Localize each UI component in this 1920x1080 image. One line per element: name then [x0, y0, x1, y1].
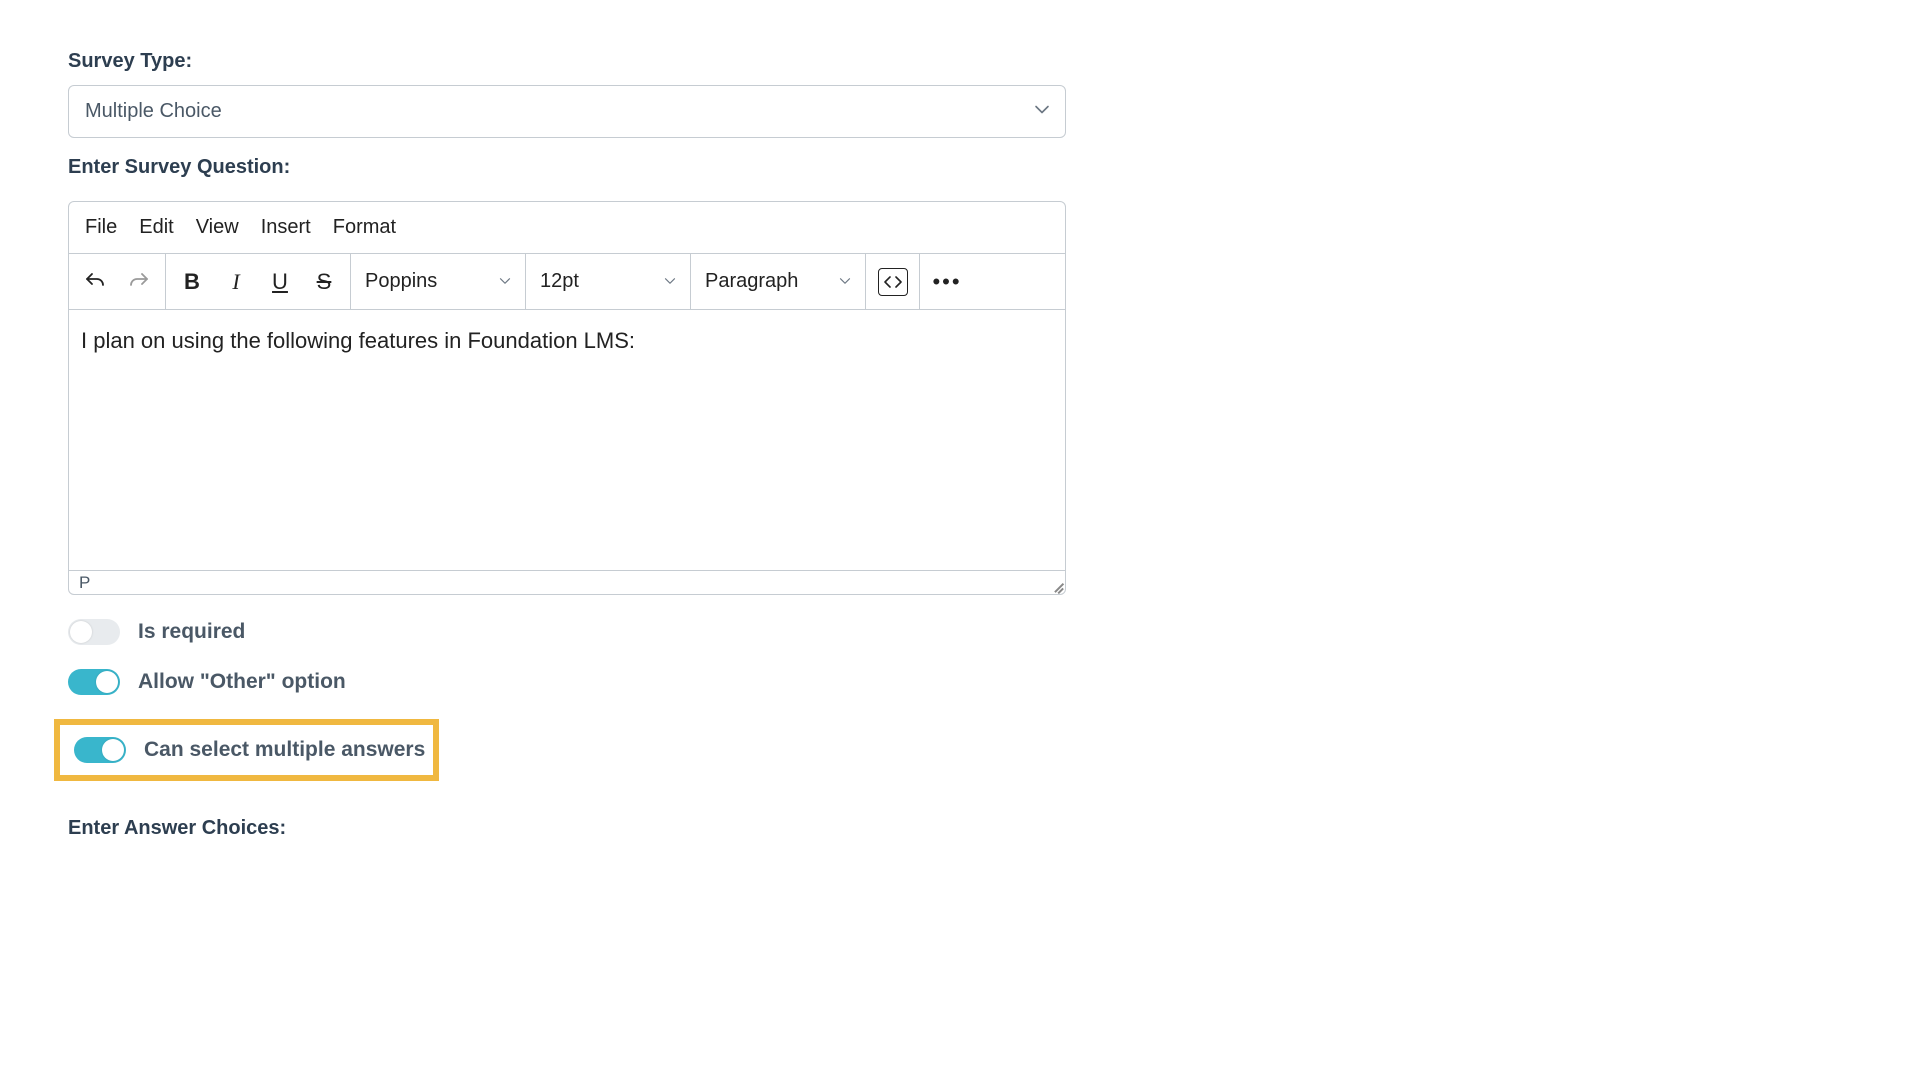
chevron-down-icon — [839, 270, 851, 293]
editor-element-path: P — [79, 573, 90, 593]
font-size-value: 12pt — [540, 270, 579, 293]
toggle-knob — [96, 671, 118, 693]
more-icon: ••• — [932, 269, 961, 295]
survey-type-select-wrap: Multiple Choice — [68, 85, 1066, 138]
bold-button[interactable]: B — [174, 264, 210, 300]
source-code-button[interactable] — [866, 254, 920, 309]
chevron-down-icon — [499, 270, 511, 293]
multi-answer-toggle[interactable] — [74, 737, 126, 763]
is-required-label: Is required — [138, 620, 245, 644]
strikethrough-button[interactable]: S — [306, 264, 342, 300]
toggle-knob — [102, 739, 124, 761]
font-family-select[interactable]: Poppins — [351, 254, 526, 309]
is-required-toggle[interactable] — [68, 619, 120, 645]
survey-builder-form: Survey Type: Multiple Choice Enter Surve… — [12, 0, 1122, 840]
text-format-group: B I U S — [166, 254, 351, 309]
allow-other-row: Allow "Other" option — [68, 669, 1066, 695]
underline-button[interactable]: U — [262, 264, 298, 300]
editor-menubar: File Edit View Insert Format — [69, 202, 1065, 254]
menu-edit[interactable]: Edit — [139, 216, 173, 239]
resize-handle[interactable] — [1051, 580, 1063, 592]
menu-file[interactable]: File — [85, 216, 117, 239]
survey-type-select[interactable]: Multiple Choice — [68, 85, 1066, 138]
more-options-button[interactable]: ••• — [920, 254, 974, 309]
allow-other-label: Allow "Other" option — [138, 670, 346, 694]
font-family-value: Poppins — [365, 270, 437, 293]
menu-format[interactable]: Format — [333, 216, 396, 239]
code-icon — [878, 268, 908, 296]
font-size-select[interactable]: 12pt — [526, 254, 691, 309]
undo-redo-group — [69, 254, 166, 309]
survey-type-label: Survey Type: — [68, 50, 1066, 73]
block-format-value: Paragraph — [705, 270, 798, 293]
block-format-select[interactable]: Paragraph — [691, 254, 866, 309]
multi-answer-label: Can select multiple answers — [144, 738, 425, 762]
rich-text-editor: File Edit View Insert Format B I — [68, 201, 1066, 595]
multi-answer-row-highlighted: Can select multiple answers — [54, 719, 439, 781]
redo-button[interactable] — [121, 264, 157, 300]
answer-choices-label: Enter Answer Choices: — [68, 817, 1066, 840]
survey-question-label: Enter Survey Question: — [68, 156, 1066, 179]
undo-button[interactable] — [77, 264, 113, 300]
italic-button[interactable]: I — [218, 264, 254, 300]
editor-toolbar: B I U S Poppins 12pt — [69, 254, 1065, 310]
menu-insert[interactable]: Insert — [261, 216, 311, 239]
editor-content-area[interactable]: I plan on using the following features i… — [69, 310, 1065, 570]
allow-other-toggle[interactable] — [68, 669, 120, 695]
toggle-knob — [70, 621, 92, 643]
chevron-down-icon — [664, 270, 676, 293]
is-required-row: Is required — [68, 619, 1066, 645]
menu-view[interactable]: View — [196, 216, 239, 239]
editor-statusbar: P — [69, 570, 1065, 594]
